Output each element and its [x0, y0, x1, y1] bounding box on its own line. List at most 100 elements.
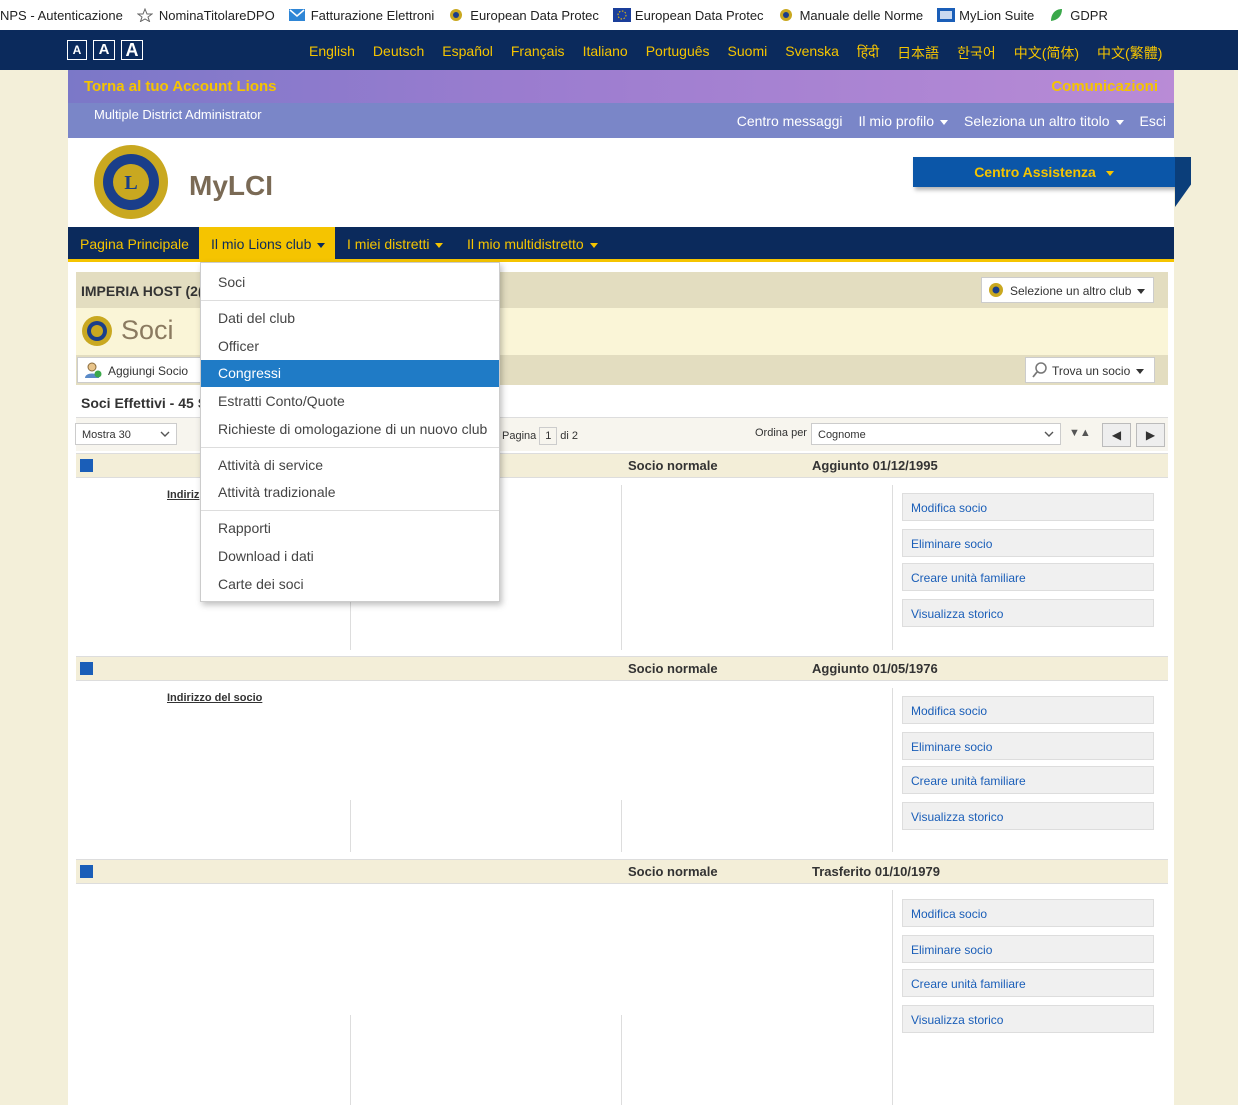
- nav-my-multidistrict[interactable]: Il mio multidistretto: [467, 236, 598, 252]
- nav-my-club[interactable]: Il mio Lions club: [199, 227, 335, 262]
- member-row-header: Socio normale Aggiunto 01/05/1976: [76, 656, 1168, 681]
- menu-item-attivita-tradizionale[interactable]: Attività tradizionale: [201, 479, 499, 506]
- leaf-icon: [1048, 8, 1064, 22]
- lang-hindi[interactable]: हिंदी: [857, 43, 879, 63]
- menu-separator: [201, 447, 499, 448]
- lang-italiano[interactable]: Italiano: [583, 43, 628, 63]
- lang-japanese[interactable]: 日本語: [897, 43, 939, 63]
- edit-member-button[interactable]: Modifica socio: [902, 899, 1154, 927]
- edit-member-button[interactable]: Modifica socio: [902, 696, 1154, 724]
- select-title-menu[interactable]: Seleziona un altro titolo: [964, 113, 1124, 129]
- member-address-link[interactable]: Indiriz: [167, 489, 199, 501]
- user-header: Multiple District Administrator Centro m…: [68, 103, 1174, 138]
- lions-logo-icon: L: [94, 145, 168, 219]
- my-profile-label: Il mio profilo: [858, 113, 934, 129]
- create-family-unit-button[interactable]: Creare unità familiare: [902, 766, 1154, 794]
- create-family-unit-button[interactable]: Creare unità familiare: [902, 563, 1154, 591]
- chevron-down-icon: [1115, 119, 1124, 125]
- order-by-select[interactable]: Cognome: [811, 423, 1061, 445]
- divider: [621, 1015, 622, 1105]
- bookmark-label: European Data Protec: [634, 7, 764, 23]
- app-icon: [937, 8, 956, 22]
- bookmark-4[interactable]: European Data Protec: [612, 7, 764, 23]
- view-history-button[interactable]: Visualizza storico: [902, 802, 1154, 830]
- member-type: Socio normale: [628, 864, 718, 879]
- message-center-link[interactable]: Centro messaggi: [737, 113, 843, 129]
- menu-item-rapporti[interactable]: Rapporti: [201, 515, 499, 542]
- sort-direction-icon[interactable]: ▼▲: [1069, 427, 1091, 439]
- next-page-button[interactable]: ▶: [1136, 423, 1165, 447]
- delete-member-button[interactable]: Eliminare socio: [902, 732, 1154, 760]
- member-checkbox[interactable]: [80, 662, 93, 675]
- club-name: IMPERIA HOST (2(: [81, 283, 203, 299]
- menu-item-officer[interactable]: Officer: [201, 333, 499, 360]
- nav-home[interactable]: Pagina Principale: [80, 236, 189, 252]
- nav-my-multidistrict-label: Il mio multidistretto: [467, 236, 584, 252]
- nav-my-districts[interactable]: I miei distretti: [347, 236, 444, 252]
- lang-chinese-simplified[interactable]: 中文(简体): [1014, 43, 1079, 63]
- bookmark-0[interactable]: NPS - Autenticazione: [0, 8, 123, 23]
- menu-item-download-dati[interactable]: Download i dati: [201, 543, 499, 570]
- lang-suomi[interactable]: Suomi: [728, 43, 768, 63]
- chevron-down-icon: [940, 119, 948, 125]
- bookmark-1[interactable]: NominaTitolareDPO: [136, 7, 275, 23]
- edit-member-button[interactable]: Modifica socio: [902, 493, 1154, 521]
- view-history-button[interactable]: Visualizza storico: [902, 1005, 1154, 1033]
- lang-francais[interactable]: Français: [511, 43, 565, 63]
- view-history-button[interactable]: Visualizza storico: [902, 599, 1154, 627]
- chevron-down-icon: [317, 242, 326, 248]
- font-medium-button[interactable]: A: [93, 40, 115, 60]
- page-number-input[interactable]: 1: [539, 427, 558, 445]
- page-total: di 2: [560, 430, 579, 442]
- menu-item-carte-soci[interactable]: Carte dei soci: [201, 571, 499, 598]
- chevron-down-icon: [589, 242, 598, 248]
- menu-item-congressi[interactable]: Congressi: [201, 360, 499, 387]
- bookmark-label: NPS - Autenticazione: [0, 7, 123, 23]
- back-to-account-link[interactable]: Torna al tuo Account Lions: [84, 78, 277, 95]
- search-icon: [1032, 362, 1047, 378]
- lang-korean[interactable]: 한국어: [957, 43, 996, 63]
- delete-member-button[interactable]: Eliminare socio: [902, 529, 1154, 557]
- divider: [892, 688, 893, 852]
- menu-item-dati-club[interactable]: Dati del club: [201, 305, 499, 332]
- font-size-controls: A A A: [67, 40, 143, 60]
- create-family-unit-button[interactable]: Creare unità familiare: [902, 969, 1154, 997]
- add-member-button[interactable]: Aggiungi Socio: [77, 357, 201, 383]
- effective-members-count: Soci Effettivi - 45 S: [81, 395, 208, 411]
- lang-chinese-traditional[interactable]: 中文(繁體): [1097, 43, 1162, 63]
- member-checkbox[interactable]: [80, 865, 93, 878]
- bookmark-5[interactable]: Manuale delle Norme: [778, 8, 923, 23]
- page-size-select[interactable]: Mostra 30: [75, 423, 177, 445]
- communications-link[interactable]: Comunicazioni: [1051, 78, 1158, 95]
- member-type: Socio normale: [628, 458, 718, 473]
- lang-english[interactable]: English: [309, 43, 355, 63]
- font-large-button[interactable]: A: [121, 40, 143, 60]
- bookmark-6[interactable]: MyLion Suite: [937, 8, 1034, 23]
- delete-member-button[interactable]: Eliminare socio: [902, 935, 1154, 963]
- bookmark-2[interactable]: Fatturazione Elettroni: [288, 8, 434, 23]
- menu-item-soci[interactable]: Soci: [201, 269, 499, 296]
- menu-item-attivita-service[interactable]: Attività di service: [201, 452, 499, 479]
- lang-svenska[interactable]: Svenska: [785, 43, 839, 63]
- star-icon: [136, 7, 154, 23]
- my-profile-menu[interactable]: Il mio profilo: [859, 113, 948, 129]
- help-center-button[interactable]: Centro Assistenza: [913, 157, 1175, 187]
- bookmark-7[interactable]: GDPR: [1048, 8, 1108, 23]
- lang-deutsch[interactable]: Deutsch: [373, 43, 424, 63]
- font-small-button[interactable]: A: [67, 40, 87, 60]
- bookmark-3[interactable]: European Data Protec: [448, 8, 599, 23]
- select-other-club-button[interactable]: Selezione un altro club: [981, 277, 1154, 303]
- menu-item-richieste-omologazione[interactable]: Richieste di omologazione di un nuovo cl…: [201, 416, 499, 443]
- member-address-link[interactable]: Indirizzo del socio: [167, 692, 262, 704]
- lang-portugues[interactable]: Português: [646, 43, 710, 63]
- user-links: Centro messaggi Il mio profilo Seleziona…: [737, 113, 1166, 129]
- lang-espanol[interactable]: Español: [442, 43, 493, 63]
- find-member-button[interactable]: Trova un socio: [1025, 357, 1155, 383]
- help-center-label: Centro Assistenza: [974, 164, 1096, 180]
- logout-link[interactable]: Esci: [1140, 113, 1166, 129]
- prev-page-button[interactable]: ◀: [1102, 423, 1131, 447]
- language-bar: A A A English Deutsch Español Français I…: [0, 30, 1238, 70]
- member-date: Aggiunto 01/05/1976: [812, 661, 938, 676]
- member-checkbox[interactable]: [80, 459, 93, 472]
- menu-item-estratti-conto[interactable]: Estratti Conto/Quote: [201, 388, 499, 415]
